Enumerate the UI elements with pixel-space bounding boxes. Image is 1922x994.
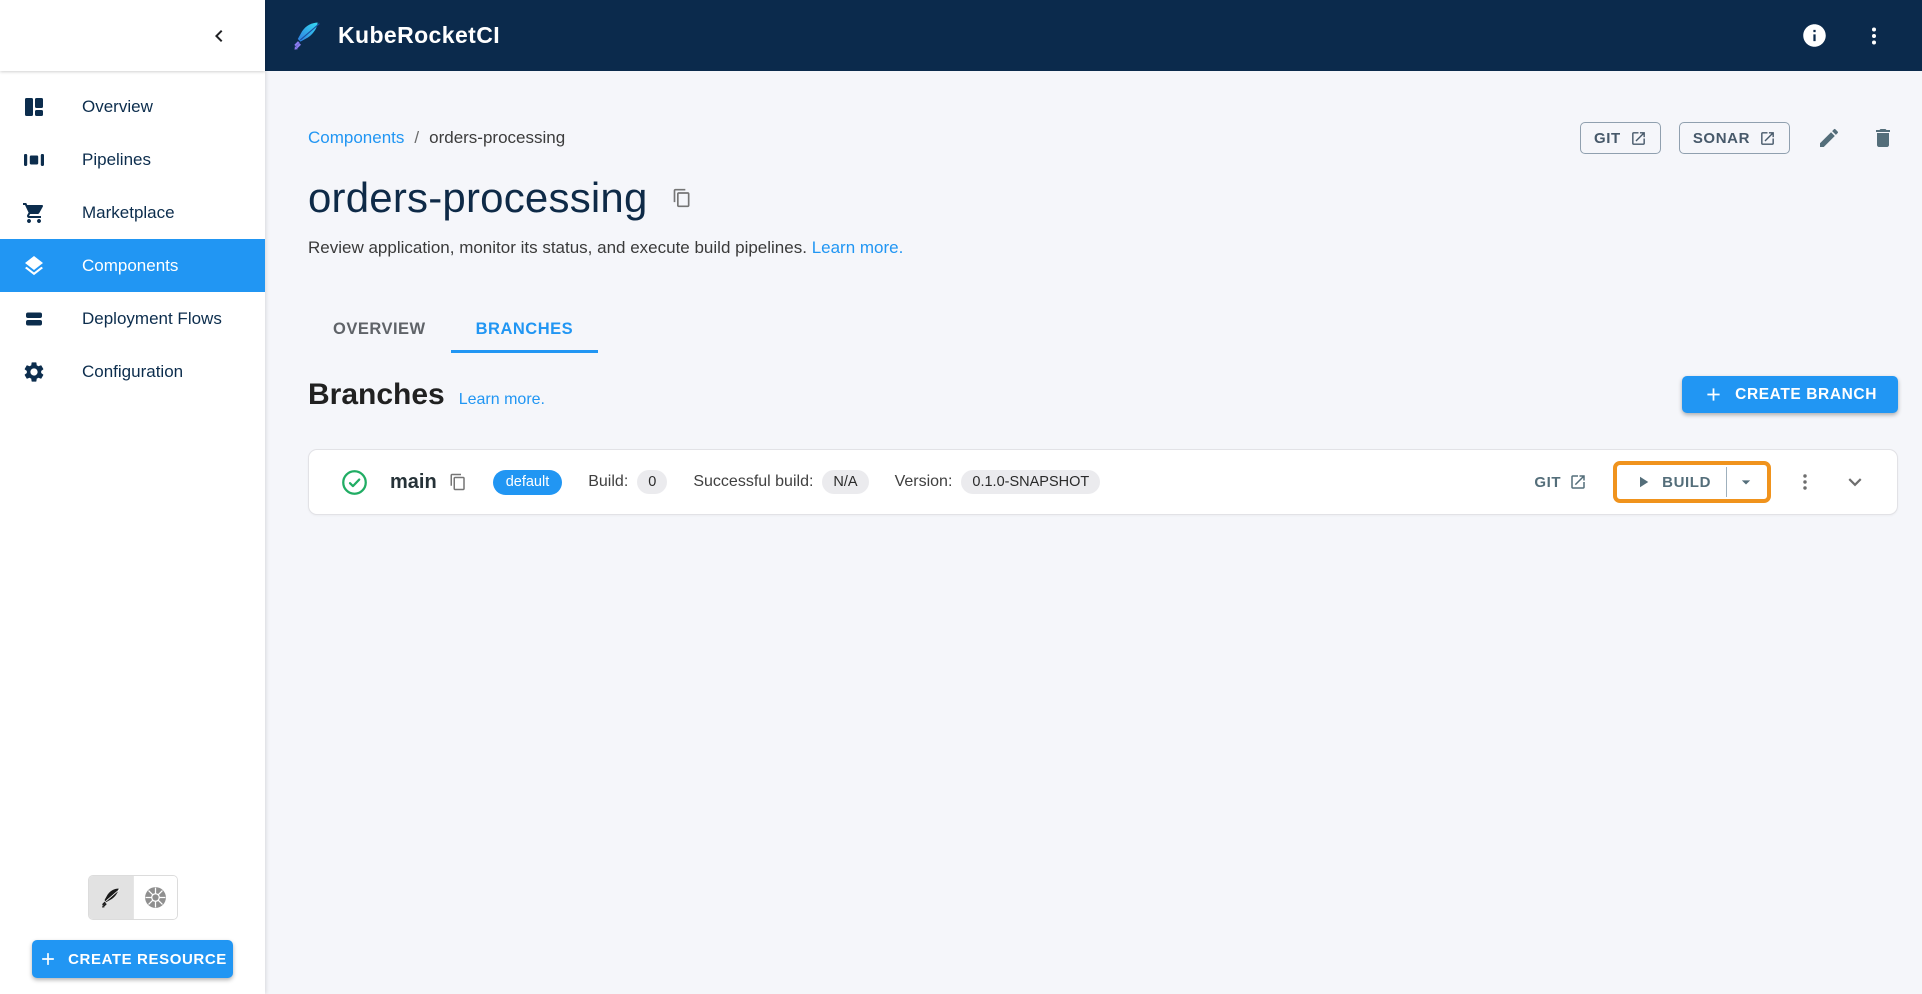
breadcrumb: Components / orders-processing [308, 128, 565, 148]
plus-icon [1703, 384, 1724, 405]
version-stat-value: 0.1.0-SNAPSHOT [961, 470, 1101, 494]
sidebar-item-label: Components [82, 255, 179, 275]
build-stat-value: 0 [637, 470, 668, 494]
build-button[interactable]: BUILD [1619, 467, 1726, 497]
top-bar: KubeRocketCI [0, 0, 1922, 71]
play-icon [1634, 473, 1652, 491]
breadcrumb-components-link[interactable]: Components [308, 128, 404, 148]
chevron-left-icon [207, 24, 231, 48]
sidebar-item-overview[interactable]: Overview [0, 80, 265, 133]
brand: KubeRocketCI [290, 19, 500, 53]
quill-view-toggle[interactable] [89, 876, 133, 919]
create-branch-label: CREATE BRANCH [1735, 385, 1877, 403]
delete-button[interactable] [1868, 123, 1898, 153]
stacked-bars-icon [22, 307, 46, 331]
view-toggle-group [88, 875, 178, 920]
kebab-menu-icon [1862, 24, 1886, 48]
branches-learn-more-link[interactable]: Learn more. [459, 391, 545, 409]
page-actions: GIT SONAR [1580, 122, 1898, 154]
branch-name: main [390, 470, 437, 493]
breadcrumb-current: orders-processing [429, 128, 566, 147]
cart-icon [22, 201, 46, 225]
git-button[interactable]: GIT [1580, 122, 1661, 154]
dashboard-icon [22, 95, 46, 119]
layers-icon [22, 254, 46, 278]
info-button[interactable] [1797, 18, 1832, 53]
brand-name: KubeRocketCI [338, 22, 500, 48]
page-description: Review application, monitor its status, … [308, 238, 1898, 258]
tab-overview[interactable]: OVERVIEW [308, 309, 451, 353]
version-stat: Version: 0.1.0-SNAPSHOT [895, 470, 1101, 494]
sidebar: Overview Pipelines Marketplace Component… [0, 71, 265, 994]
sonar-button[interactable]: SONAR [1678, 122, 1790, 154]
branch-row: main default Build: 0 Successful build: … [308, 449, 1898, 515]
tabs: OVERVIEW BRANCHES [308, 309, 1898, 353]
successful-build-stat-label: Successful build: [693, 473, 814, 490]
sidebar-item-label: Pipelines [82, 149, 151, 169]
sidebar-item-label: Overview [82, 96, 153, 116]
sidebar-item-components[interactable]: Components [0, 239, 265, 292]
create-branch-button[interactable]: CREATE BRANCH [1682, 376, 1898, 413]
chevron-down-icon [1842, 469, 1868, 495]
build-split-button: BUILD [1619, 467, 1765, 497]
edit-button[interactable] [1814, 123, 1844, 153]
build-button-highlight: BUILD [1613, 461, 1771, 503]
successful-build-stat: Successful build: N/A [693, 470, 869, 494]
branch-menu-button[interactable] [1791, 468, 1819, 496]
gear-icon [22, 360, 46, 384]
branches-heading: Branches [308, 377, 445, 411]
build-stat: Build: 0 [588, 470, 668, 494]
git-button-label: GIT [1594, 129, 1621, 147]
build-stat-label: Build: [588, 473, 629, 490]
sidebar-item-pipelines[interactable]: Pipelines [0, 133, 265, 186]
create-resource-button[interactable]: CREATE RESOURCE [32, 940, 233, 978]
version-stat-label: Version: [894, 473, 953, 490]
sidebar-item-marketplace[interactable]: Marketplace [0, 186, 265, 239]
description-text: Review application, monitor its status, … [308, 238, 807, 257]
external-link-icon [1630, 130, 1647, 147]
sidebar-header [0, 0, 265, 71]
kubernetes-view-toggle[interactable] [132, 876, 177, 919]
app-menu-button[interactable] [1858, 20, 1890, 52]
caret-down-icon [1736, 472, 1756, 492]
pencil-icon [1817, 126, 1841, 150]
sidebar-collapse-button[interactable] [201, 18, 237, 54]
page-title: orders-processing [308, 174, 648, 221]
build-options-button[interactable] [1727, 467, 1765, 497]
copy-icon [449, 473, 467, 491]
kuberocketci-window: KubeRocketCI Overview Pipelines Marketpl… [0, 0, 1922, 994]
external-link-icon [1569, 473, 1587, 491]
check-circle-icon [341, 469, 368, 496]
create-resource-label: CREATE RESOURCE [68, 950, 227, 968]
copy-branch-button[interactable] [447, 471, 469, 493]
branch-expand-button[interactable] [1839, 466, 1871, 498]
successful-build-stat-value: N/A [822, 470, 869, 494]
breadcrumb-separator: / [414, 128, 420, 147]
sonar-button-label: SONAR [1692, 129, 1750, 147]
kebab-menu-icon [1794, 471, 1816, 493]
quill-logo-icon [290, 19, 324, 53]
trash-icon [1871, 126, 1895, 150]
sidebar-item-deployment-flows[interactable]: Deployment Flows [0, 292, 265, 345]
default-badge: default [492, 469, 563, 495]
external-link-icon [1759, 130, 1776, 147]
branch-git-link[interactable]: GIT [1534, 473, 1587, 491]
build-button-label: BUILD [1662, 473, 1711, 491]
copy-title-button[interactable] [670, 186, 694, 210]
kubernetes-wheel-icon [143, 885, 168, 910]
sidebar-item-label: Marketplace [82, 202, 175, 222]
info-icon [1801, 22, 1828, 49]
plus-icon [38, 949, 58, 969]
copy-icon [672, 188, 692, 208]
description-learn-more-link[interactable]: Learn more. [812, 238, 904, 257]
quill-icon [99, 886, 123, 910]
sidebar-item-label: Configuration [82, 361, 184, 381]
pipelines-icon [22, 148, 46, 172]
sidebar-item-configuration[interactable]: Configuration [0, 345, 265, 398]
tab-branches[interactable]: BRANCHES [450, 309, 599, 353]
app-bar: KubeRocketCI [265, 0, 1922, 71]
branch-git-label: GIT [1534, 473, 1562, 491]
sidebar-item-label: Deployment Flows [82, 308, 222, 328]
main-content: Components / orders-processing GIT SONAR [265, 71, 1922, 994]
